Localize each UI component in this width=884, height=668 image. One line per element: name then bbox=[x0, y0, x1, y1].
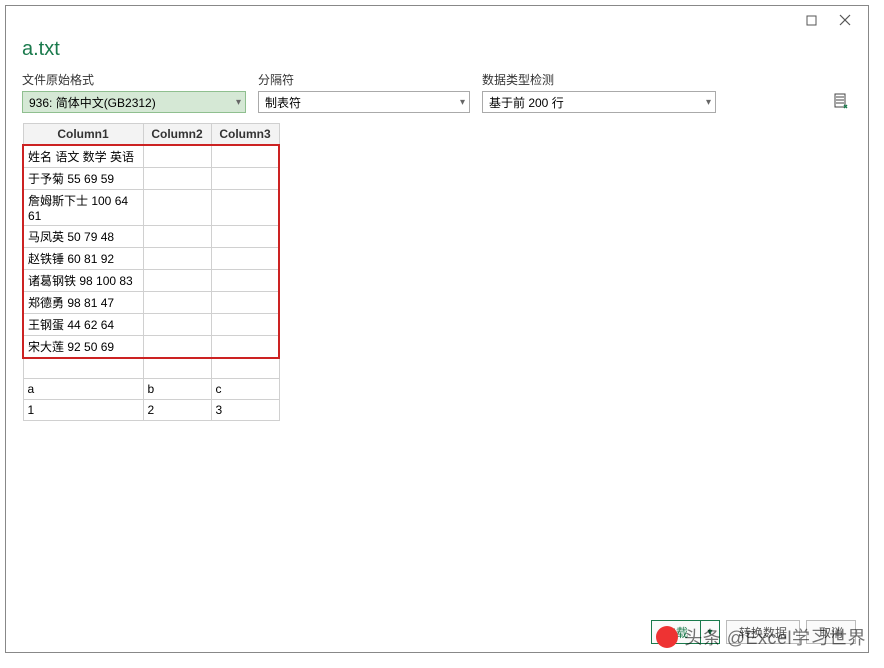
table-row[interactable]: 123 bbox=[23, 400, 279, 421]
detection-value: 基于前 200 行 bbox=[489, 94, 564, 111]
table-cell: 宋大莲 92 50 69 bbox=[23, 335, 143, 358]
table-row[interactable]: 赵铁锤 60 81 92 bbox=[23, 247, 279, 269]
delimiter-value: 制表符 bbox=[265, 94, 301, 111]
table-row[interactable]: 詹姆斯下士 100 64 61 bbox=[23, 189, 279, 225]
table-row[interactable]: 王钢蛋 44 62 64 bbox=[23, 313, 279, 335]
dialog-window: a.txt 文件原始格式 936: 简体中文(GB2312) ▾ 分隔符 制表符… bbox=[5, 5, 869, 653]
header-row: Column1 Column2 Column3 bbox=[23, 124, 279, 145]
maximize-button[interactable] bbox=[794, 9, 828, 31]
load-label: 加载 bbox=[652, 621, 701, 643]
table-row[interactable]: 姓名 语文 数学 英语 bbox=[23, 145, 279, 168]
table-row[interactable] bbox=[23, 358, 279, 379]
column-header[interactable]: Column3 bbox=[211, 124, 279, 145]
table-cell: 诸葛钢铁 98 100 83 bbox=[23, 269, 143, 291]
table-cell bbox=[143, 189, 211, 225]
table-row[interactable]: abc bbox=[23, 379, 279, 400]
table-cell: 姓名 语文 数学 英语 bbox=[23, 145, 143, 168]
table-cell bbox=[143, 225, 211, 247]
cancel-button[interactable]: 取消 bbox=[806, 620, 856, 644]
chevron-down-icon[interactable]: ▾ bbox=[701, 627, 719, 638]
table-row[interactable]: 郑德勇 98 81 47 bbox=[23, 291, 279, 313]
table-cell bbox=[143, 358, 211, 379]
chevron-down-icon: ▾ bbox=[236, 97, 241, 108]
load-button[interactable]: 加载 ▾ bbox=[651, 620, 720, 644]
table-cell bbox=[143, 145, 211, 168]
preview-grid: Column1 Column2 Column3 姓名 语文 数学 英语于予菊 5… bbox=[22, 123, 280, 421]
table-cell: b bbox=[143, 379, 211, 400]
table-cell bbox=[211, 269, 279, 291]
table-row[interactable]: 马凤英 50 79 48 bbox=[23, 225, 279, 247]
table-cell: 王钢蛋 44 62 64 bbox=[23, 313, 143, 335]
table-cell: 马凤英 50 79 48 bbox=[23, 225, 143, 247]
table-cell bbox=[143, 313, 211, 335]
detection-select[interactable]: 基于前 200 行 ▾ bbox=[482, 91, 716, 113]
table-cell: 2 bbox=[143, 400, 211, 421]
table-cell bbox=[211, 247, 279, 269]
table-cell: 赵铁锤 60 81 92 bbox=[23, 247, 143, 269]
close-button[interactable] bbox=[828, 9, 862, 31]
table-cell bbox=[211, 145, 279, 168]
table-cell bbox=[143, 247, 211, 269]
table-cell bbox=[23, 358, 143, 379]
file-origin-label: 文件原始格式 bbox=[22, 71, 246, 88]
file-origin-select[interactable]: 936: 简体中文(GB2312) ▾ bbox=[22, 91, 246, 113]
table-cell bbox=[143, 269, 211, 291]
table-cell bbox=[211, 189, 279, 225]
titlebar bbox=[6, 6, 868, 34]
table-cell bbox=[211, 358, 279, 379]
table-cell: a bbox=[23, 379, 143, 400]
table-cell bbox=[211, 335, 279, 358]
options-row: 文件原始格式 936: 简体中文(GB2312) ▾ 分隔符 制表符 ▾ 数据类… bbox=[6, 71, 868, 117]
table-cell bbox=[211, 291, 279, 313]
delimiter-label: 分隔符 bbox=[258, 71, 470, 88]
table-row[interactable]: 诸葛钢铁 98 100 83 bbox=[23, 269, 279, 291]
table-cell: 郑德勇 98 81 47 bbox=[23, 291, 143, 313]
column-header[interactable]: Column2 bbox=[143, 124, 211, 145]
file-title: a.txt bbox=[6, 34, 868, 71]
settings-icon[interactable] bbox=[830, 91, 852, 113]
transform-button[interactable]: 转换数据 bbox=[726, 620, 800, 644]
table-cell bbox=[143, 335, 211, 358]
detection-label: 数据类型检测 bbox=[482, 71, 716, 88]
table-cell bbox=[211, 313, 279, 335]
column-header[interactable]: Column1 bbox=[23, 124, 143, 145]
table-cell: 1 bbox=[23, 400, 143, 421]
table-cell: 3 bbox=[211, 400, 279, 421]
table-cell bbox=[143, 167, 211, 189]
table-cell: 于予菊 55 69 59 bbox=[23, 167, 143, 189]
table-row[interactable]: 宋大莲 92 50 69 bbox=[23, 335, 279, 358]
table-row[interactable]: 于予菊 55 69 59 bbox=[23, 167, 279, 189]
chevron-down-icon: ▾ bbox=[460, 97, 465, 108]
chevron-down-icon: ▾ bbox=[706, 97, 711, 108]
table-cell bbox=[211, 167, 279, 189]
table-cell bbox=[211, 225, 279, 247]
table-cell bbox=[143, 291, 211, 313]
file-origin-value: 936: 简体中文(GB2312) bbox=[29, 94, 156, 111]
table-cell: c bbox=[211, 379, 279, 400]
delimiter-select[interactable]: 制表符 ▾ bbox=[258, 91, 470, 113]
dialog-footer: 加载 ▾ 转换数据 取消 bbox=[651, 620, 856, 644]
table-cell: 詹姆斯下士 100 64 61 bbox=[23, 189, 143, 225]
